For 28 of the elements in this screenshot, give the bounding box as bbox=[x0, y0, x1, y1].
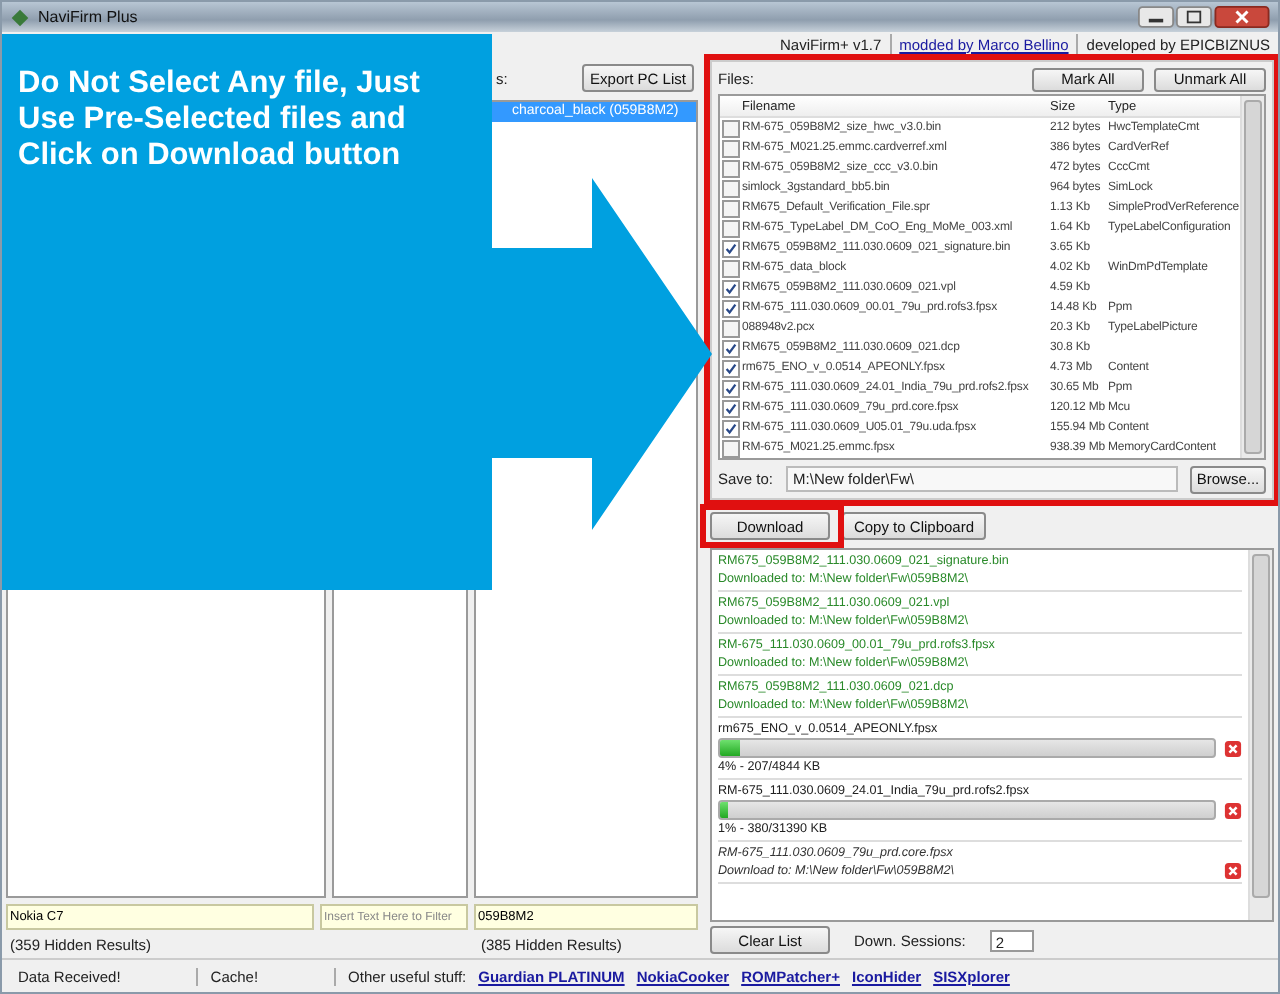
checkbox[interactable] bbox=[722, 159, 740, 177]
checkbox[interactable] bbox=[722, 339, 740, 357]
checkbox[interactable] bbox=[722, 319, 740, 337]
app-icon bbox=[10, 7, 30, 27]
scrollbar[interactable] bbox=[1248, 550, 1272, 920]
checkbox[interactable] bbox=[722, 359, 740, 377]
checkbox[interactable] bbox=[722, 179, 740, 197]
minimize-icon[interactable] bbox=[1138, 6, 1174, 28]
checkbox[interactable] bbox=[722, 119, 740, 137]
checkbox[interactable] bbox=[722, 259, 740, 277]
checkbox[interactable] bbox=[722, 239, 740, 257]
checkbox[interactable] bbox=[722, 199, 740, 217]
checkbox[interactable] bbox=[722, 419, 740, 437]
cancel-icon[interactable] bbox=[1224, 739, 1242, 757]
cancel-icon[interactable] bbox=[1224, 801, 1242, 819]
checkbox[interactable] bbox=[722, 379, 740, 397]
scrollbar[interactable] bbox=[1240, 96, 1264, 458]
checkbox[interactable] bbox=[722, 219, 740, 237]
checkbox[interactable] bbox=[722, 299, 740, 317]
maximize-icon[interactable] bbox=[1176, 6, 1212, 28]
cancel-icon[interactable] bbox=[1224, 862, 1242, 880]
checkbox[interactable] bbox=[722, 439, 740, 457]
close-icon[interactable] bbox=[1214, 6, 1270, 28]
checkbox[interactable] bbox=[722, 139, 740, 157]
checkbox[interactable] bbox=[722, 279, 740, 297]
checkbox[interactable] bbox=[722, 399, 740, 417]
instruction-tooltip: Do Not Select Any file, Just Use Pre-Selected files and Click on Download button bbox=[2, 34, 492, 590]
window-title: NaviFirm Plus bbox=[38, 8, 138, 26]
